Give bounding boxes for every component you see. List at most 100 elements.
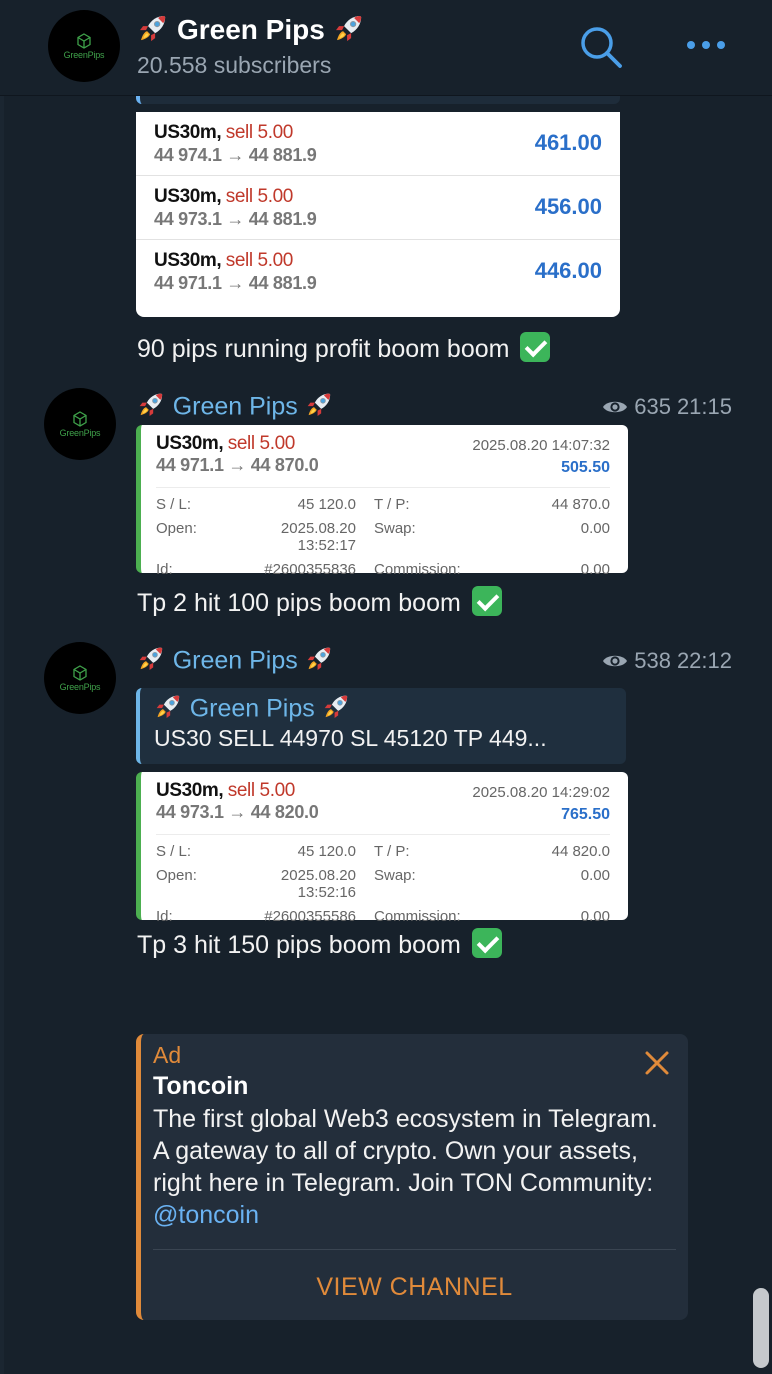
scrollbar-thumb[interactable] bbox=[753, 1288, 769, 1368]
sl-label: S / L: bbox=[156, 496, 192, 513]
sl-value: 45 120.0 bbox=[297, 843, 356, 860]
trade-detail-grid: S / L: 45 120.0 T / P: 44 870.0 Open: 20… bbox=[156, 487, 610, 578]
commission-value: 0.00 bbox=[580, 908, 610, 925]
id-value: #2600355836 bbox=[264, 561, 356, 578]
rocket-icon bbox=[154, 692, 183, 721]
check-icon bbox=[471, 586, 502, 616]
channel-name: Green Pips bbox=[176, 14, 325, 46]
trade-symbol: US30m, bbox=[156, 433, 224, 454]
eye-icon bbox=[602, 652, 628, 670]
eye-icon bbox=[602, 398, 628, 416]
open-value: 2025.08.20 13:52:17 bbox=[280, 520, 356, 554]
channel-avatar[interactable]: GreenPips bbox=[48, 10, 120, 82]
ad-body: The first global Web3 ecosystem in Teleg… bbox=[153, 1103, 673, 1231]
post-meta: 635 21:15 bbox=[602, 394, 732, 420]
tp-label: T / P: bbox=[374, 843, 410, 860]
trade-row: US30m, sell 5.00 44 974.1 → 44 881.9 461… bbox=[136, 112, 620, 176]
rocket-icon bbox=[322, 692, 351, 721]
id-label: Id: bbox=[156, 908, 173, 925]
reply-author-name: Green Pips bbox=[189, 694, 315, 723]
open-label: Open: bbox=[156, 520, 197, 537]
ad-title: Toncoin bbox=[153, 1072, 249, 1100]
commission-label: Commission: bbox=[374, 908, 461, 925]
message-text: 90 pips running profit boom boom bbox=[137, 332, 551, 364]
trade-detail-grid: S / L: 45 120.0 T / P: 44 820.0 Open: 20… bbox=[156, 834, 610, 925]
author-name: Green Pips bbox=[172, 646, 298, 675]
reply-author: Green Pips bbox=[154, 692, 626, 723]
post-time: 21:15 bbox=[676, 394, 732, 419]
author-avatar[interactable]: GreenPips bbox=[44, 642, 116, 714]
trade-profit: 461.00 bbox=[534, 130, 602, 155]
ad-divider bbox=[153, 1249, 676, 1250]
trade-profit: 765.50 bbox=[561, 806, 610, 823]
swap-value: 0.00 bbox=[580, 520, 610, 537]
view-channel-button[interactable]: VIEW CHANNEL bbox=[141, 1262, 688, 1312]
rocket-icon bbox=[333, 12, 365, 44]
message-body: Tp 3 hit 150 pips boom boom bbox=[137, 931, 461, 959]
message-body: Tp 2 hit 100 pips boom boom bbox=[137, 589, 461, 617]
author-avatar[interactable]: GreenPips bbox=[44, 388, 116, 460]
tp-value: 44 870.0 bbox=[551, 496, 610, 513]
trade-prices: 44 973.1 → 44 820.0 bbox=[156, 802, 319, 822]
ad-link[interactable]: @toncoin bbox=[153, 1201, 259, 1229]
channel-title[interactable]: Green Pips bbox=[137, 12, 365, 46]
trade-detail-image[interactable]: US30m, sell 5.00 44 971.1 → 44 870.0 202… bbox=[136, 425, 628, 578]
post-author[interactable]: Green Pips bbox=[137, 644, 333, 675]
post-time: 22:12 bbox=[676, 648, 732, 673]
trade-profit: 505.50 bbox=[561, 459, 610, 476]
rocket-icon bbox=[137, 390, 166, 419]
commission-value: 0.00 bbox=[580, 561, 610, 578]
message-text: Tp 2 hit 100 pips boom boom bbox=[137, 586, 502, 618]
trade-date: 2025.08.20 14:07:32 bbox=[472, 437, 610, 454]
trade-row: US30m, sell 5.00 44 971.1 → 44 881.9 446… bbox=[136, 240, 620, 304]
tp-value: 44 820.0 bbox=[551, 843, 610, 860]
rocket-icon bbox=[305, 644, 334, 673]
rocket-icon bbox=[305, 390, 334, 419]
trade-list-image[interactable]: US30m, sell 5.00 44 974.1 → 44 881.9 461… bbox=[136, 112, 620, 317]
open-label: Open: bbox=[156, 867, 197, 884]
trade-side: sell 5.00 bbox=[227, 433, 296, 454]
trade-side: sell 5.00 bbox=[227, 780, 296, 801]
trade-detail-image[interactable]: US30m, sell 5.00 44 973.1 → 44 820.0 202… bbox=[136, 772, 628, 925]
previous-message-bottom bbox=[136, 96, 620, 104]
trade-row: US30m, sell 5.00 44 973.1 → 44 881.9 456… bbox=[136, 176, 620, 240]
check-icon bbox=[471, 928, 502, 958]
trade-symbol: US30m, bbox=[156, 780, 224, 801]
message-feed[interactable]: US30m, sell 5.00 44 974.1 → 44 881.9 461… bbox=[0, 96, 772, 1374]
message-body: 90 pips running profit boom boom bbox=[137, 335, 510, 363]
view-count: 538 bbox=[634, 648, 671, 673]
view-count: 635 bbox=[634, 394, 671, 419]
reply-quote[interactable]: Green Pips US30 SELL 44970 SL 45120 TP 4… bbox=[136, 688, 626, 764]
sponsored-ad[interactable]: Ad Toncoin The first global Web3 ecosyst… bbox=[136, 1034, 688, 1320]
trade-prices: 44 971.1 → 44 870.0 bbox=[156, 455, 319, 475]
close-icon[interactable] bbox=[642, 1048, 672, 1078]
trade-date: 2025.08.20 14:29:02 bbox=[472, 784, 610, 801]
trade-side: sell 5.00 bbox=[225, 122, 294, 143]
trade-symbol: US30m, bbox=[154, 186, 222, 207]
cube-logo-icon bbox=[72, 665, 88, 681]
more-icon[interactable] bbox=[684, 36, 728, 54]
ad-label: Ad bbox=[153, 1042, 182, 1068]
open-value: 2025.08.20 13:52:16 bbox=[280, 867, 356, 901]
rocket-icon bbox=[137, 644, 166, 673]
trade-symbol: US30m, bbox=[154, 122, 222, 143]
id-value: #2600355586 bbox=[264, 908, 356, 925]
check-icon bbox=[520, 332, 551, 362]
avatar-logo-text: GreenPips bbox=[59, 681, 101, 692]
sl-value: 45 120.0 bbox=[297, 496, 356, 513]
cube-logo-icon bbox=[72, 411, 88, 427]
avatar-logo-text: GreenPips bbox=[63, 49, 105, 60]
id-label: Id: bbox=[156, 561, 173, 578]
trade-symbol: US30m, bbox=[154, 250, 222, 271]
post-author[interactable]: Green Pips bbox=[137, 390, 333, 421]
post-meta: 538 22:12 bbox=[602, 648, 732, 674]
swap-label: Swap: bbox=[374, 867, 416, 884]
chat-header: GreenPips Green Pips 20.558 subscribers bbox=[0, 0, 772, 96]
swap-value: 0.00 bbox=[580, 867, 610, 884]
cube-logo-icon bbox=[76, 33, 92, 49]
trade-profit: 456.00 bbox=[534, 194, 602, 219]
rocket-icon bbox=[137, 12, 169, 44]
swap-label: Swap: bbox=[374, 520, 416, 537]
trade-side: sell 5.00 bbox=[225, 186, 294, 207]
search-icon[interactable] bbox=[578, 24, 624, 70]
